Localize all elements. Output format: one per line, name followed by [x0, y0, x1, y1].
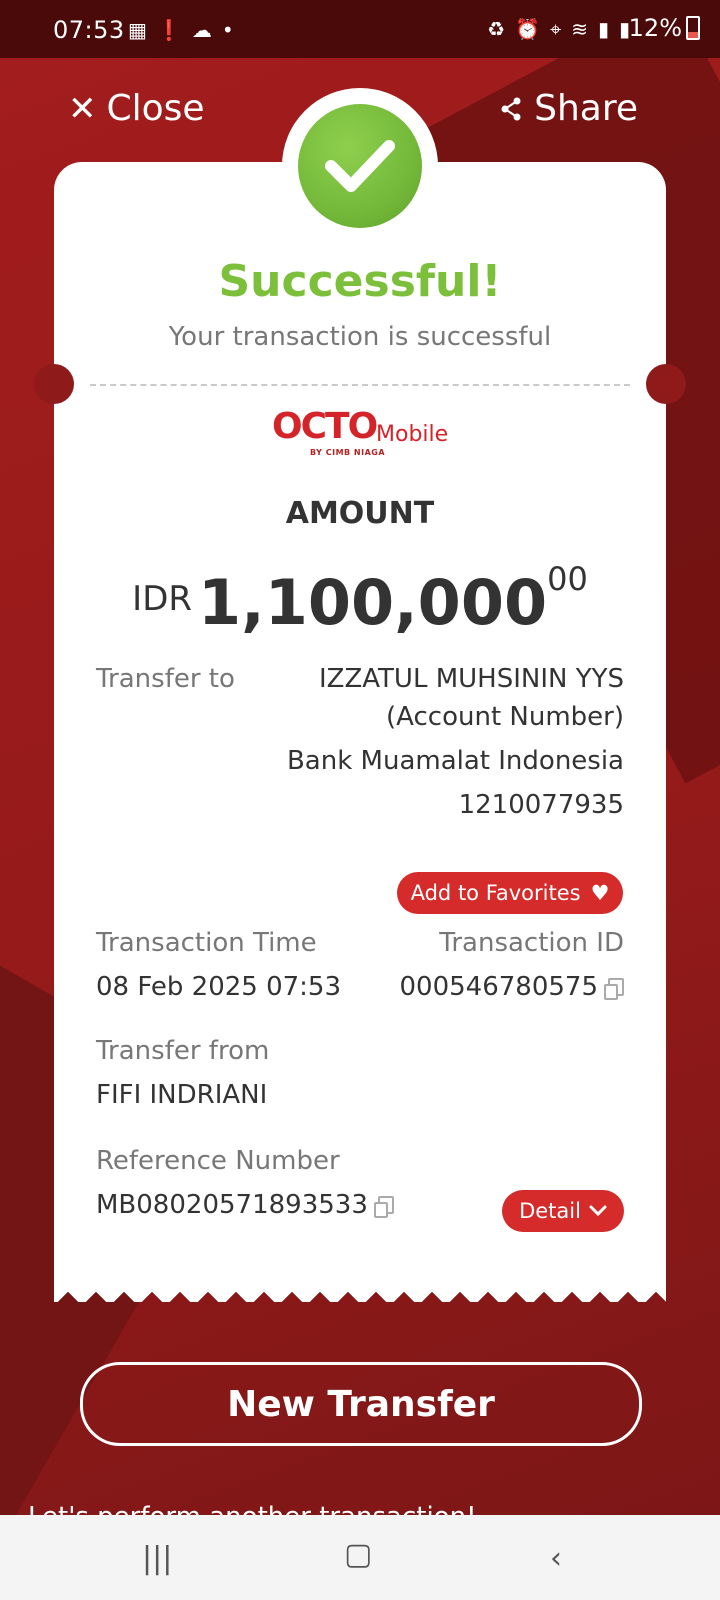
- share-label: Share: [534, 88, 638, 129]
- add-to-favorites-button[interactable]: Add to Favorites ♥: [397, 872, 623, 914]
- logo-byline: BY CIMB NIAGA: [310, 448, 386, 457]
- home-icon[interactable]: ▢: [344, 1537, 372, 1572]
- recipient-account-type: (Account Number): [386, 702, 624, 732]
- add-to-favorites-label: Add to Favorites: [410, 881, 581, 905]
- battery-icon: [686, 16, 700, 40]
- receipt-divider: [90, 384, 630, 386]
- chevron-down-icon: [589, 1205, 607, 1217]
- close-label: Close: [106, 88, 205, 129]
- signal-icon: ▮: [597, 17, 609, 41]
- octo-mobile-logo: OCTO Mobile BY CIMB NIAGA: [272, 406, 452, 462]
- reference-number-row: MB08020571893533: [96, 1190, 394, 1220]
- transaction-id-label: Transaction ID: [439, 928, 624, 958]
- amount-number: 1,100,000: [198, 566, 548, 639]
- alarm-icon: ⏰: [515, 17, 540, 41]
- detail-button[interactable]: Detail: [502, 1190, 624, 1232]
- location-icon: ⌖: [549, 17, 562, 41]
- recipient-bank: Bank Muamalat Indonesia: [286, 746, 624, 776]
- logo-main: OCTO: [272, 406, 378, 447]
- new-transfer-button[interactable]: New Transfer: [80, 1362, 642, 1446]
- transaction-time-label: Transaction Time: [96, 928, 317, 958]
- back-icon[interactable]: ‹: [550, 1541, 562, 1576]
- transaction-time-value: 08 Feb 2025 07:53: [96, 972, 342, 1002]
- check-icon: [298, 104, 422, 228]
- recipient-name: IZZATUL MUHSININ YYS: [318, 664, 624, 694]
- success-badge: [282, 88, 438, 244]
- cloud-icon: ☁: [191, 18, 212, 42]
- alert-icon: ❗: [156, 18, 182, 42]
- receipt-notch: [34, 364, 74, 404]
- system-icons: ♻ ⏰ ⌖ ≋ ▮ ▮: [487, 17, 630, 41]
- status-time: 07:53: [53, 16, 125, 44]
- success-title: Successful!: [218, 256, 502, 307]
- battery-indicator: 12%: [629, 14, 700, 42]
- copy-icon[interactable]: [604, 978, 624, 1000]
- transfer-to-label: Transfer to: [96, 664, 235, 694]
- share-icon: [501, 97, 521, 120]
- logo-sub: Mobile: [376, 422, 449, 447]
- reference-number-value: MB08020571893533: [96, 1190, 368, 1220]
- transfer-from-label: Transfer from: [96, 1036, 270, 1066]
- reference-number-label: Reference Number: [96, 1146, 340, 1176]
- heart-icon: ♥: [590, 881, 610, 905]
- transfer-from-value: FIFI INDRIANI: [96, 1080, 268, 1110]
- amount-decimals: 00: [547, 560, 588, 598]
- recent-apps-icon[interactable]: |||: [142, 1541, 172, 1576]
- battery-percent: 12%: [628, 14, 682, 42]
- amount-currency: IDR: [132, 579, 193, 619]
- status-bar: 07:53 ▦ ❗ ☁ • ♻ ⏰ ⌖ ≋ ▮ ▮ 12%: [0, 0, 720, 58]
- detail-label: Detail: [519, 1199, 581, 1223]
- dot-icon: •: [221, 18, 234, 42]
- wifi-icon: ≋: [571, 17, 588, 41]
- close-icon: ✕: [68, 88, 97, 129]
- transaction-id-value: 000546780575: [399, 972, 598, 1002]
- notification-icons: ▦ ❗ ☁ •: [128, 18, 234, 42]
- recipient-account-number: 1210077935: [458, 790, 624, 820]
- calendar-icon: ▦: [128, 18, 147, 42]
- share-button[interactable]: Share: [500, 88, 638, 129]
- amount-value: IDR1,100,00000: [0, 560, 720, 639]
- receipt-notch: [646, 364, 686, 404]
- navigation-bar: ||| ▢ ‹: [0, 1515, 720, 1600]
- success-subtitle: Your transaction is successful: [168, 322, 552, 352]
- transaction-id-row: 000546780575: [399, 972, 624, 1002]
- close-button[interactable]: ✕ Close: [68, 88, 205, 129]
- receipt-zigzag-edge: [54, 1282, 666, 1302]
- copy-icon[interactable]: [373, 1196, 394, 1218]
- amount-label: AMOUNT: [285, 496, 435, 531]
- recycle-icon: ♻: [487, 17, 506, 41]
